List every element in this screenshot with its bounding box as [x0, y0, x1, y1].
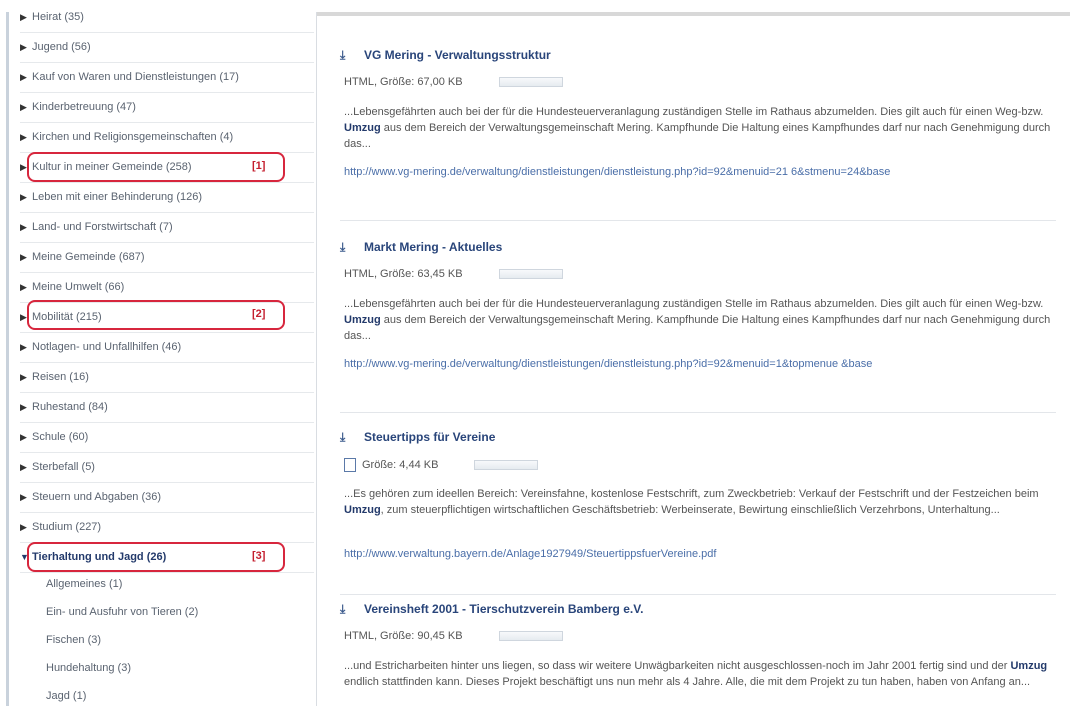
result-meta: HTML, Größe: 90,45 KB: [344, 630, 563, 642]
result-title[interactable]: ⤓ Markt Mering - Aktuelles: [340, 240, 502, 255]
chevron-right-icon: ▶: [20, 102, 27, 112]
result-url[interactable]: http://www.verwaltung.bayern.de/Anlage19…: [344, 546, 1044, 562]
relevance-bar: [498, 269, 563, 280]
relevance-bar: [498, 77, 563, 88]
chevron-right-icon: ▶: [20, 432, 27, 442]
annotation-label: [3]: [252, 550, 266, 562]
result-item: ⤓ Steuertipps für Vereine Größe: 4,44 KB …: [340, 424, 1056, 595]
category-item[interactable]: ▶ Meine Umwelt (66): [20, 272, 314, 303]
subcategory-item[interactable]: Ein- und Ausfuhr von Tieren (2): [46, 597, 314, 627]
highlight-box: [27, 542, 285, 572]
chevron-right-icon: ▶: [20, 252, 27, 262]
subcategory-item[interactable]: Jagd (1): [46, 681, 314, 711]
chevron-right-icon: ▶: [20, 522, 27, 532]
category-item[interactable]: ▶ Schule (60): [20, 422, 314, 453]
chevron-right-icon: ▶: [20, 192, 27, 202]
chevron-right-icon: ▶: [20, 132, 27, 142]
result-item: ⤓ Markt Mering - Aktuelles HTML, Größe: 6…: [340, 234, 1056, 413]
result-url[interactable]: http://www.vg-mering.de/verwaltung/diens…: [344, 356, 1044, 372]
search-results: ⤓ VG Mering - Verwaltungsstruktur HTML, G…: [330, 12, 1058, 706]
category-item[interactable]: ▶ Studium (227): [20, 512, 314, 543]
pdf-file-icon: [344, 458, 356, 472]
relevance-bar: [474, 460, 539, 470]
subcategory-item[interactable]: Hundehaltung (3): [46, 653, 314, 683]
result-snippet: ...Lebensgefährten auch bei der für die …: [344, 298, 1051, 342]
chevron-right-icon: ▶: [20, 42, 27, 52]
chevron-right-icon: ▶: [20, 372, 27, 382]
category-item[interactable]: ▶ Meine Gemeinde (687): [20, 242, 314, 273]
result-meta: HTML, Größe: 63,45 KB: [344, 268, 563, 280]
result-item: ⤓ Vereinsheft 2001 - Tierschutzverein Bam…: [340, 596, 1056, 706]
category-item[interactable]: ▶ Kirchen und Religionsgemeinschaften (4): [20, 122, 314, 153]
category-item[interactable]: ▶ Steuern und Abgaben (36): [20, 482, 314, 513]
chevron-right-icon: ▶: [20, 492, 27, 502]
highlight-box: [27, 152, 285, 182]
chevron-right-icon: ▶: [20, 402, 27, 412]
relevance-bar: [498, 631, 563, 642]
result-snippet: ...und Estricharbeiten hinter uns liegen…: [344, 660, 1048, 688]
chevron-right-icon: ▶: [20, 222, 27, 232]
highlight-box: [27, 300, 285, 330]
category-item[interactable]: ▶ Reisen (16): [20, 362, 314, 393]
chevron-right-icon: ▶: [20, 12, 27, 22]
result-title[interactable]: ⤓ VG Mering - Verwaltungsstruktur: [340, 48, 551, 63]
result-meta: HTML, Größe: 67,00 KB: [344, 76, 563, 88]
download-icon: ⤓: [340, 48, 346, 62]
category-item[interactable]: ▶ Kinderbetreuung (47): [20, 92, 314, 123]
chevron-right-icon: ▶: [20, 462, 27, 472]
category-item[interactable]: ▶ Land- und Forstwirtschaft (7): [20, 212, 314, 243]
sidebar-edge: [6, 12, 9, 706]
chevron-right-icon: ▶: [20, 72, 27, 82]
result-meta: Größe: 4,44 KB: [344, 458, 539, 472]
chevron-right-icon: ▶: [20, 342, 27, 352]
category-item[interactable]: ▶ Leben mit einer Behinderung (126): [20, 182, 314, 213]
category-sidebar: ▶ Heirat (35) ▶ Jugend (56) ▶ Kauf von Ware…: [0, 11, 317, 706]
chevron-right-icon: ▶: [20, 282, 27, 292]
category-item[interactable]: ▶ Jugend (56): [20, 32, 314, 63]
category-item[interactable]: ▶ Ruhestand (84): [20, 392, 314, 423]
result-snippet: ...Lebensgefährten auch bei der für die …: [344, 106, 1051, 150]
category-item[interactable]: ▶ Kauf von Waren und Dienstleistungen (17…: [20, 62, 314, 93]
subcategory-item[interactable]: Allgemeines (1): [46, 569, 314, 599]
category-item[interactable]: ▶ Notlagen- und Unfallhilfen (46): [20, 332, 314, 363]
download-icon: ⤓: [340, 240, 346, 254]
result-url[interactable]: http://www.vg-mering.de/verwaltung/diens…: [344, 164, 1044, 180]
category-item[interactable]: ▶ Heirat (35): [20, 2, 314, 33]
result-snippet: ...Es gehören zum ideellen Bereich: Vere…: [344, 488, 1039, 516]
download-icon: ⤓: [340, 602, 346, 616]
download-icon: ⤓: [340, 430, 346, 444]
result-title[interactable]: ⤓ Steuertipps für Vereine: [340, 430, 495, 445]
annotation-label: [2]: [252, 308, 266, 320]
annotation-label: [1]: [252, 160, 266, 172]
result-item: ⤓ VG Mering - Verwaltungsstruktur HTML, G…: [340, 42, 1056, 221]
category-item[interactable]: ▶ Sterbefall (5): [20, 452, 314, 483]
subcategory-item[interactable]: Fischen (3): [46, 625, 314, 655]
result-title[interactable]: ⤓ Vereinsheft 2001 - Tierschutzverein Bam…: [340, 602, 643, 617]
